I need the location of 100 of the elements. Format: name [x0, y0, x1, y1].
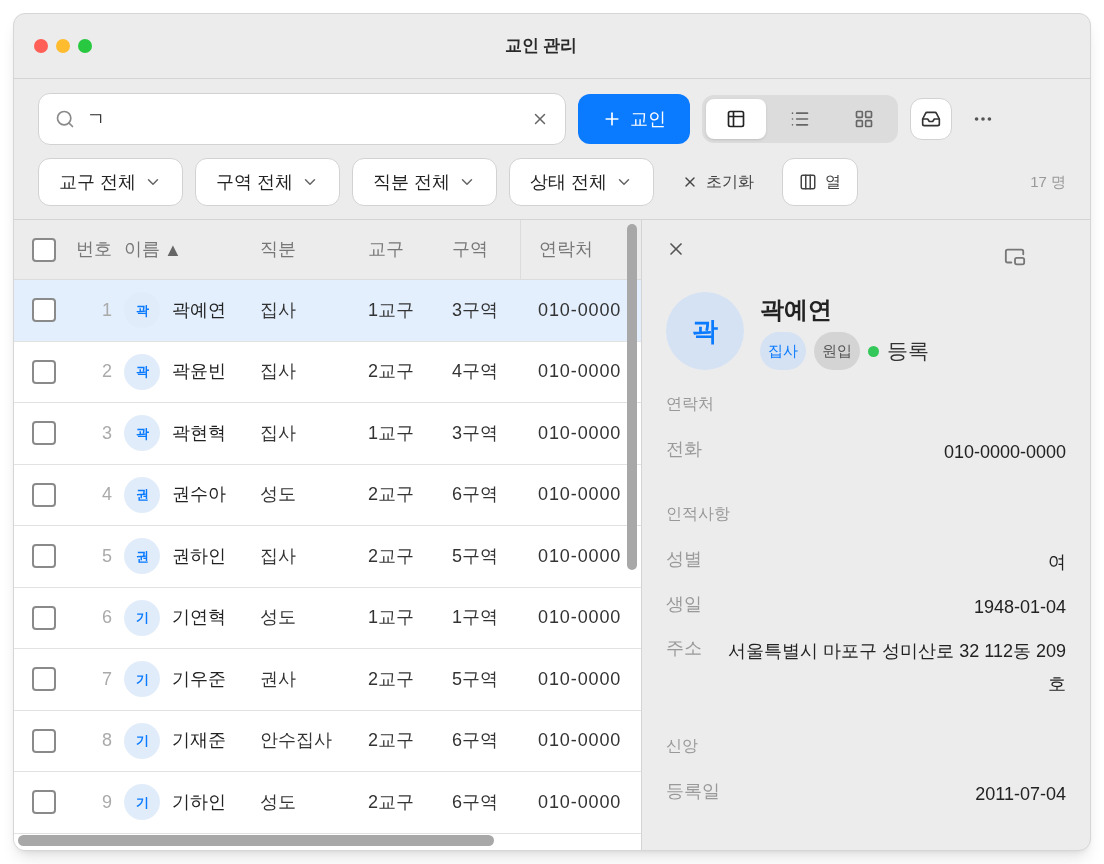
inbox-icon — [921, 109, 941, 129]
reset-button[interactable]: 초기화 — [666, 158, 771, 206]
parish-cell: 2교구 — [368, 484, 414, 505]
maximize-window-button[interactable] — [78, 39, 92, 53]
column-header[interactable]: 교구 — [368, 236, 404, 263]
parish-cell: 2교구 — [368, 730, 414, 751]
inbox-button[interactable] — [910, 98, 952, 140]
phone-cell: 010-0000 — [538, 607, 622, 628]
horizontal-scrollbar[interactable] — [18, 835, 494, 846]
filter-dropdown[interactable]: 직분 전체 — [352, 158, 498, 206]
phone-cell: 010-0000 — [538, 422, 622, 443]
role-tag: 집사 — [760, 332, 806, 370]
section-title: 연락처 — [666, 394, 715, 414]
row-number: 4 — [102, 483, 112, 507]
member-name: 권수아 — [172, 483, 226, 507]
avatar: 곽 — [124, 353, 160, 390]
member-name: 기우준 — [172, 667, 226, 691]
role-cell: 성도 — [260, 791, 296, 812]
column-header[interactable]: 직분 — [260, 236, 296, 263]
zone-cell: 5구역 — [452, 668, 498, 689]
avatar: 기 — [124, 661, 160, 698]
search-value: ㄱ — [87, 107, 106, 131]
parish-cell: 2교구 — [368, 791, 414, 812]
phone-cell: 010-0000 — [538, 730, 622, 751]
zone-cell: 6구역 — [452, 730, 498, 751]
filter-dropdown[interactable]: 교구 전체 — [38, 158, 183, 206]
grid-view-icon — [854, 109, 874, 129]
field-value: 여 — [1048, 551, 1066, 575]
checkbox[interactable] — [32, 605, 56, 630]
checkbox[interactable] — [32, 728, 56, 753]
checkbox[interactable] — [32, 359, 56, 384]
sort-indicator: ▲ — [164, 240, 182, 259]
member-count: 17 명 — [1030, 171, 1066, 192]
section-title: 신앙 — [666, 735, 699, 756]
phone-cell: 010-0000 — [538, 484, 622, 505]
checkbox[interactable] — [32, 667, 56, 692]
member-name: 곽예연 — [760, 295, 833, 325]
row-number: 5 — [102, 544, 112, 568]
search-field[interactable]: ㄱ — [38, 93, 566, 145]
member-name: 기하인 — [172, 790, 226, 814]
phone-cell: 010-0000 — [538, 791, 622, 812]
row-number: 1 — [102, 298, 112, 322]
field-label: 생일 — [666, 592, 702, 616]
role-cell: 성도 — [260, 484, 296, 505]
column-header[interactable]: 번호 — [76, 236, 112, 263]
parish-cell: 1교구 — [368, 422, 414, 443]
add-member-button[interactable]: 교인 — [578, 94, 690, 144]
row-number: 2 — [102, 360, 112, 384]
window-title: 교인 관리 — [504, 35, 578, 58]
columns-icon — [799, 173, 818, 191]
list-view-icon — [790, 109, 810, 129]
vertical-scrollbar[interactable] — [627, 224, 637, 570]
filter-dropdown[interactable]: 상태 전체 — [509, 158, 655, 206]
table-view-icon — [726, 109, 746, 129]
role-cell: 성도 — [260, 607, 296, 628]
zone-cell: 3구역 — [452, 422, 498, 443]
picture-in-picture-icon[interactable] — [1004, 246, 1026, 268]
phone-cell: 010-0000 — [538, 545, 622, 566]
column-header[interactable]: 이름 — [124, 236, 160, 263]
field-label: 성별 — [666, 548, 702, 572]
avatar: 곽 — [666, 292, 744, 370]
avatar: 권 — [124, 538, 160, 575]
checkbox[interactable] — [32, 544, 56, 569]
row-number: 7 — [102, 667, 112, 691]
checkbox[interactable] — [32, 482, 56, 507]
zone-cell: 4구역 — [452, 361, 498, 382]
avatar: 기 — [124, 722, 160, 759]
row-number: 8 — [102, 729, 112, 753]
checkbox[interactable] — [32, 790, 56, 815]
zone-cell: 5구역 — [452, 545, 498, 566]
view-mode-tab[interactable] — [706, 99, 766, 139]
field-value: 2011-07-04 — [975, 782, 1066, 806]
grade-tag: 원입 — [814, 332, 860, 370]
member-name: 권하인 — [172, 544, 226, 568]
columns-button[interactable]: 열 — [782, 158, 859, 206]
member-name: 기재준 — [172, 729, 226, 753]
row-number: 3 — [102, 421, 112, 445]
role-cell: 집사 — [260, 361, 296, 382]
parish-cell: 1교구 — [368, 607, 414, 628]
field-value: 1948-01-04 — [973, 595, 1066, 619]
checkbox[interactable] — [32, 421, 56, 446]
column-header[interactable]: 구역 — [452, 236, 488, 263]
table-row[interactable]: 1 곽 곽예연 집사 1교구 3구역 010-0000 — [14, 280, 641, 342]
checkbox[interactable] — [32, 237, 56, 262]
zone-cell: 3구역 — [452, 299, 498, 320]
section-title: 인적사항 — [666, 504, 731, 525]
phone-cell: 010-0000 — [538, 299, 622, 320]
member-name: 곽현혁 — [172, 421, 226, 445]
checkbox[interactable] — [32, 298, 56, 323]
avatar: 기 — [124, 784, 160, 821]
role-cell: 집사 — [260, 545, 296, 566]
column-header[interactable]: 연락처 — [539, 236, 593, 263]
member-name: 곽윤빈 — [172, 360, 226, 384]
filter-dropdown[interactable]: 구역 전체 — [195, 158, 341, 206]
row-number: 9 — [102, 790, 112, 814]
field-label: 등록일 — [666, 779, 720, 803]
phone-cell: 010-0000 — [538, 361, 622, 382]
status-label: 등록 — [887, 338, 929, 365]
close-window-button[interactable] — [34, 39, 48, 53]
zone-cell: 1구역 — [452, 607, 498, 628]
